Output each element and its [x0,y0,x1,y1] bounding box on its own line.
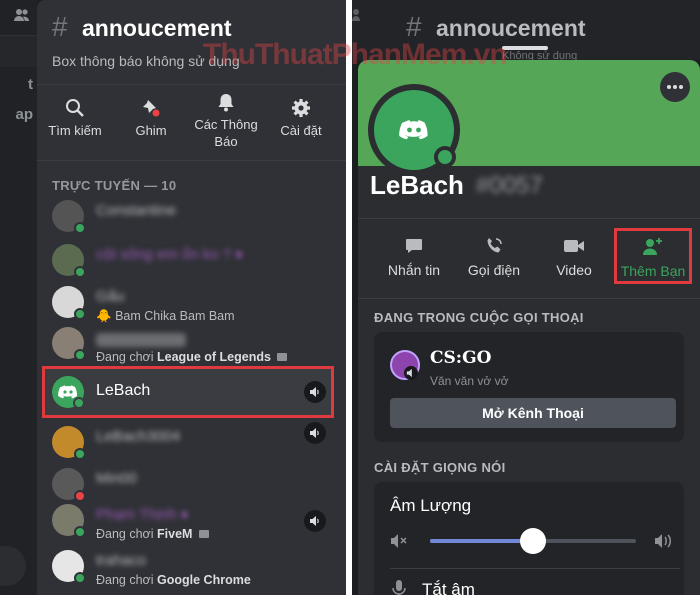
video-button[interactable]: Video [534,236,614,278]
online-status [74,349,86,361]
message-button[interactable]: Nhắn tin [374,236,454,278]
open-voice-channel-button[interactable]: Mở Kênh Thoại [390,398,676,428]
member-item-highlighted[interactable]: LeBach [42,366,334,418]
microphone-icon [392,580,406,595]
online-status [74,572,86,584]
toolbar-search-button[interactable]: Tìm kiếm [40,98,110,139]
member-name: cột sống em ổn ko ? ♦ [96,246,243,263]
member-name: Constantine [96,202,177,219]
member-name: trahaco [96,552,147,569]
mute-label: Tắt âm [422,580,475,595]
toolbar-divider [37,160,346,161]
volume-mute-icon[interactable] [390,533,408,549]
toolbar-settings-button[interactable]: Cài đặt [266,98,336,139]
add-friend-button[interactable]: Thêm Bạn [614,228,692,284]
bell-icon [218,94,234,112]
online-status [74,266,86,278]
member-name: Gấu [96,288,125,305]
sheet-drag-handle[interactable] [502,46,548,50]
online-status [434,146,456,168]
toolbar-pin-button[interactable]: Ghim [116,98,186,139]
voice-indicator[interactable] [304,422,326,444]
voice-channel-subtitle: Văn văn vở vở [430,374,509,388]
member-name: LeBach3004 [96,428,181,445]
gear-icon [292,99,310,117]
add-friend-icon [643,238,662,255]
online-status [74,308,86,320]
member-item[interactable]: Phạm Thịnh ♦ Đang chơi FiveM [42,500,336,550]
volume-max-icon[interactable] [654,532,674,550]
channel-hash: # [52,11,68,42]
more-options-button[interactable] [660,72,690,102]
voice-channel-name: CS:GO [430,348,492,368]
speaker-icon [406,368,412,378]
volume-slider-fill [430,539,533,543]
member-activity: Đang chơi Google Chrome [96,573,251,587]
toolbar-notifications-button[interactable]: Các Thông Báo [191,92,261,150]
voice-call-card: CS:GO Văn văn vở vở Mở Kênh Thoại [374,332,684,442]
member-name [96,333,186,347]
discord-logo-icon [399,120,428,140]
voice-settings-section-title: CÀI ĐẶT GIỌNG NÓI [374,460,506,475]
rich-presence-icon [277,353,288,361]
member-name: LeBach [96,382,151,399]
speaker-icon [310,387,319,397]
rail-strip [0,35,37,67]
volume-label: Âm Lượng [390,496,472,515]
friends-icon[interactable] [14,8,30,22]
voice-indicator[interactable] [304,510,326,532]
member-activity: Đang chơi FiveM [96,527,209,541]
member-activity: Đang chơi League of Legends [96,350,288,364]
search-icon [66,99,84,117]
message-icon [406,239,422,253]
online-status [74,222,86,234]
online-status [74,448,86,460]
profile-sheet: LeBach #0057 Nhắn tin Gọi điện Video Thê… [358,60,700,595]
member-activity: 🐥 Bam Chika Bam Bam [96,309,235,323]
actions-divider [358,298,700,299]
member-item[interactable]: Constantine [42,196,336,246]
speaker-icon [310,428,319,438]
voice-settings-card: Âm Lượng Tắt âm [374,482,684,595]
phone-icon [487,238,502,253]
rich-presence-icon [198,530,209,538]
rail-fragment-text: t ap [15,76,33,123]
online-status [74,526,86,538]
online-status [73,397,85,409]
toolbar-label: Cài đặt [280,123,322,138]
profile-discriminator: #0057 [476,172,543,199]
pin-icon [143,100,160,117]
member-name: Phạm Thịnh ♦ [96,506,189,523]
member-name: Min00 [96,470,137,487]
member-item[interactable]: trahaco Đang chơi Google Chrome [42,546,336,595]
profile-divider [358,218,700,219]
online-section-title: TRỰC TUYẾN — 10 [52,178,177,193]
left-screenshot: t ap # annoucement Box thông báo không sử… [0,0,346,595]
emoji-icon: 🐥 [96,309,112,323]
video-icon [564,240,584,252]
volume-slider-handle[interactable] [520,528,546,554]
voice-indicator [404,366,418,380]
right-screenshot: # annoucement Không sử dụng LeBach #0057… [352,0,700,595]
toolbar-label: Các Thông Báo [194,117,258,149]
header-divider [37,84,346,85]
watermark-logo: ThuThuatPhanMem.vn [203,38,508,71]
settings-divider [390,568,680,569]
voice-call-section-title: ĐANG TRONG CUỘC GỌI THOẠI [374,310,584,325]
toolbar-label: Tìm kiếm [48,123,102,138]
friends-icon [352,9,360,21]
call-button[interactable]: Gọi điện [454,236,534,278]
profile-username: LeBach [370,170,464,200]
toolbar-label: Ghim [135,123,167,138]
voice-indicator[interactable] [304,381,326,403]
speaker-icon [310,516,319,526]
